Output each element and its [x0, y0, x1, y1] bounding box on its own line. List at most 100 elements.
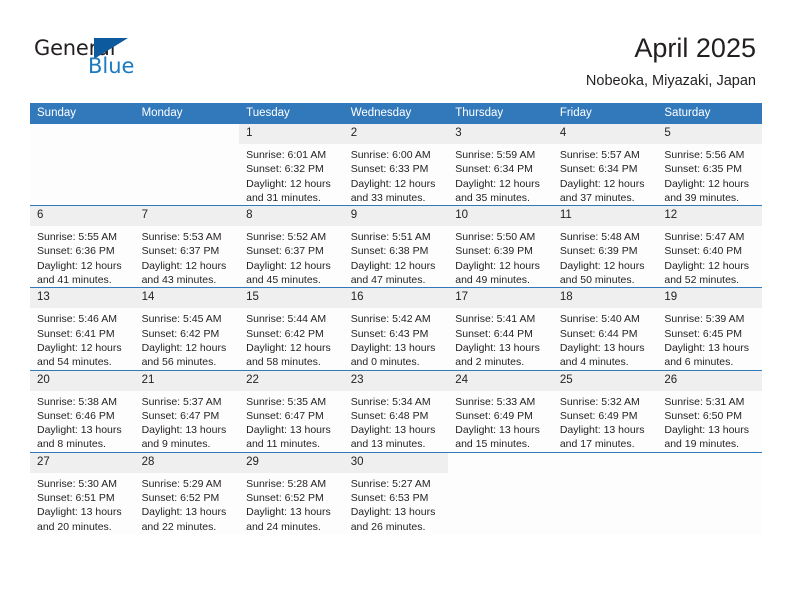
calendar-day-cell[interactable]: 23 Sunrise: 5:34 AM Sunset: 6:48 PM Dayligh… — [343, 369, 449, 453]
calendar-day-cell[interactable]: 27 Sunrise: 5:30 AM Sunset: 6:51 PM Dayligh… — [30, 451, 135, 534]
calendar-day-cell[interactable]: 13 Sunrise: 5:46 AM Sunset: 6:41 PM Dayligh… — [30, 287, 135, 371]
daylight-text: Daylight: 13 hours and 4 minutes. — [559, 341, 645, 369]
sunrise-text: Sunrise: 5:29 AM — [141, 477, 222, 490]
sunrise-text: Sunrise: 5:45 AM — [141, 313, 222, 326]
calendar-day-cell[interactable]: 7 Sunrise: 5:53 AM Sunset: 6:37 PM Daylight… — [134, 205, 240, 288]
sunset-text: Sunset: 6:37 PM — [141, 245, 220, 258]
daylight-text: Daylight: 13 hours and 15 minutes. — [455, 424, 540, 451]
day-number: 10 — [448, 206, 553, 227]
weekday-header-tuesday: Tuesday — [239, 103, 344, 124]
day-number: 15 — [239, 288, 344, 309]
calendar-day-cell[interactable]: 28 Sunrise: 5:29 AM Sunset: 6:52 PM Dayligh… — [134, 451, 240, 534]
weekday-header-saturday: Saturday — [657, 103, 762, 124]
weekday-header-thursday: Thursday — [448, 103, 553, 124]
general-blue-logo[interactable]: General Blue — [34, 36, 234, 86]
sunrise-text: Sunrise: 5:32 AM — [559, 395, 640, 408]
sunrise-text: Sunrise: 5:41 AM — [455, 313, 536, 326]
calendar-cell-empty — [134, 124, 240, 206]
sunset-text: Sunset: 6:44 PM — [455, 327, 533, 340]
day-number: 14 — [134, 288, 240, 309]
calendar-week-row: 20 Sunrise: 5:38 AM Sunset: 6:46 PM Dayligh… — [30, 369, 762, 453]
sunrise-text: Sunrise: 5:35 AM — [246, 395, 327, 408]
calendar-week-row: 13 Sunrise: 5:46 AM Sunset: 6:41 PM Dayligh… — [30, 287, 762, 371]
sunrise-text: Sunrise: 5:42 AM — [350, 313, 431, 326]
sunset-text: Sunset: 6:40 PM — [664, 245, 743, 258]
sunset-text: Sunset: 6:47 PM — [141, 409, 220, 422]
day-number: 9 — [343, 206, 449, 227]
sunrise-text: Sunrise: 5:55 AM — [37, 231, 117, 244]
calendar-day-cell[interactable]: 5 Sunrise: 5:56 AM Sunset: 6:35 PM Daylight… — [657, 124, 762, 206]
day-info: Sunrise: 5:31 AM Sunset: 6:50 PM Daylight:… — [657, 391, 762, 452]
day-info: Sunrise: 5:34 AM Sunset: 6:48 PM Daylight:… — [344, 391, 449, 452]
calendar-day-cell[interactable]: 22 Sunrise: 5:35 AM Sunset: 6:47 PM Dayligh… — [239, 369, 344, 453]
calendar-day-cell[interactable]: 18 Sunrise: 5:40 AM Sunset: 6:44 PM Dayligh… — [552, 287, 658, 371]
sunset-text: Sunset: 6:42 PM — [246, 327, 324, 340]
calendar-day-cell[interactable]: 24 Sunrise: 5:33 AM Sunset: 6:49 PM Dayligh… — [448, 369, 553, 453]
sunset-text: Sunset: 6:46 PM — [37, 409, 115, 422]
calendar-day-cell[interactable]: 9 Sunrise: 5:51 AM Sunset: 6:38 PM Daylight… — [343, 205, 449, 288]
calendar-day-cell[interactable]: 25 Sunrise: 5:32 AM Sunset: 6:49 PM Dayligh… — [552, 369, 658, 453]
sunrise-text: Sunrise: 6:00 AM — [350, 149, 431, 161]
calendar-day-cell[interactable]: 3 Sunrise: 5:59 AM Sunset: 6:34 PM Daylight… — [448, 124, 553, 206]
calendar-cell-empty — [448, 451, 553, 534]
calendar-week-row: 6 Sunrise: 5:55 AM Sunset: 6:36 PM Daylight… — [30, 205, 762, 288]
daylight-text: Daylight: 13 hours and 0 minutes. — [350, 341, 436, 369]
sunrise-text: Sunrise: 5:57 AM — [559, 149, 640, 161]
calendar-day-cell[interactable]: 19 Sunrise: 5:39 AM Sunset: 6:45 PM Dayligh… — [657, 287, 762, 371]
daylight-text: Daylight: 13 hours and 19 minutes. — [664, 424, 750, 451]
sunset-text: Sunset: 6:43 PM — [350, 327, 429, 340]
calendar-day-cell[interactable]: 21 Sunrise: 5:37 AM Sunset: 6:47 PM Dayligh… — [134, 369, 240, 453]
sunset-text: Sunset: 6:35 PM — [664, 163, 743, 176]
calendar-day-cell[interactable]: 16 Sunrise: 5:42 AM Sunset: 6:43 PM Dayligh… — [343, 287, 449, 371]
calendar-day-cell[interactable]: 6 Sunrise: 5:55 AM Sunset: 6:36 PM Daylight… — [30, 205, 135, 288]
weekday-header-sunday: Sunday — [30, 103, 135, 124]
day-number: 23 — [343, 370, 449, 391]
calendar-day-cell[interactable]: 12 Sunrise: 5:47 AM Sunset: 6:40 PM Dayligh… — [657, 205, 762, 288]
calendar-day-cell[interactable]: 8 Sunrise: 5:52 AM Sunset: 6:37 PM Daylight… — [239, 205, 344, 288]
day-info: Sunrise: 5:50 AM Sunset: 6:39 PM Daylight:… — [448, 226, 553, 287]
day-info: Sunrise: 5:41 AM Sunset: 6:44 PM Daylight:… — [448, 308, 553, 369]
calendar-day-cell[interactable]: 15 Sunrise: 5:44 AM Sunset: 6:42 PM Dayligh… — [239, 287, 344, 371]
day-number: 26 — [657, 370, 762, 391]
calendar-day-cell[interactable]: 17 Sunrise: 5:41 AM Sunset: 6:44 PM Dayligh… — [448, 287, 553, 371]
sunset-text: Sunset: 6:45 PM — [664, 327, 743, 340]
logo-word-blue: Blue — [88, 54, 135, 78]
calendar-day-cell[interactable]: 1 Sunrise: 6:01 AM Sunset: 6:32 PM Daylight… — [239, 124, 344, 206]
sunset-text: Sunset: 6:52 PM — [246, 492, 324, 505]
calendar-day-cell[interactable]: 4 Sunrise: 5:57 AM Sunset: 6:34 PM Daylight… — [552, 124, 658, 206]
day-info: Sunrise: 6:00 AM Sunset: 6:33 PM Daylight:… — [344, 144, 449, 205]
calendar-day-cell[interactable]: 20 Sunrise: 5:38 AM Sunset: 6:46 PM Dayligh… — [30, 369, 135, 453]
sunset-text: Sunset: 6:49 PM — [559, 409, 638, 422]
calendar-day-cell[interactable]: 30 Sunrise: 5:27 AM Sunset: 6:53 PM Dayligh… — [343, 451, 449, 534]
calendar-day-cell[interactable]: 10 Sunrise: 5:50 AM Sunset: 6:39 PM Dayligh… — [448, 205, 553, 288]
sunrise-text: Sunrise: 5:44 AM — [246, 313, 327, 326]
day-info: Sunrise: 6:01 AM Sunset: 6:32 PM Daylight:… — [239, 144, 344, 205]
day-info: Sunrise: 5:46 AM Sunset: 6:41 PM Daylight:… — [30, 308, 135, 369]
calendar-day-cell[interactable]: 2 Sunrise: 6:00 AM Sunset: 6:33 PM Daylight… — [343, 124, 449, 206]
daylight-text: Daylight: 12 hours and 37 minutes. — [559, 177, 645, 204]
sunrise-text: Sunrise: 5:52 AM — [246, 231, 327, 244]
daylight-text: Daylight: 13 hours and 6 minutes. — [664, 341, 750, 369]
sunset-text: Sunset: 6:47 PM — [246, 409, 324, 422]
sunrise-text: Sunrise: 5:30 AM — [37, 477, 117, 490]
weekday-header-wednesday: Wednesday — [343, 103, 449, 124]
sunrise-text: Sunrise: 5:40 AM — [559, 313, 640, 326]
sunset-text: Sunset: 6:41 PM — [37, 327, 115, 340]
day-info: Sunrise: 5:39 AM Sunset: 6:45 PM Daylight:… — [657, 308, 762, 369]
calendar-day-cell[interactable]: 26 Sunrise: 5:31 AM Sunset: 6:50 PM Dayligh… — [657, 369, 762, 453]
weekday-header-row: Sunday Monday Tuesday Wednesday Thursday Frid… — [30, 103, 762, 124]
day-info: Sunrise: 5:53 AM Sunset: 6:37 PM Daylight:… — [135, 226, 240, 287]
calendar-day-cell[interactable]: 14 Sunrise: 5:45 AM Sunset: 6:42 PM Dayligh… — [134, 287, 240, 371]
daylight-text: Daylight: 12 hours and 49 minutes. — [455, 259, 540, 287]
calendar-day-cell[interactable]: 29 Sunrise: 5:28 AM Sunset: 6:52 PM Dayligh… — [239, 451, 344, 534]
calendar-cell-empty — [552, 451, 658, 534]
sunset-text: Sunset: 6:51 PM — [37, 492, 115, 505]
day-info: Sunrise: 5:48 AM Sunset: 6:39 PM Daylight:… — [553, 226, 658, 287]
calendar-cell-empty — [30, 124, 135, 206]
day-number: 20 — [30, 370, 135, 391]
sunset-text: Sunset: 6:53 PM — [350, 492, 429, 505]
sunrise-text: Sunrise: 5:59 AM — [455, 149, 536, 161]
day-info: Sunrise: 5:52 AM Sunset: 6:37 PM Daylight:… — [239, 226, 344, 287]
sunrise-text: Sunrise: 6:01 AM — [246, 149, 327, 161]
calendar-day-cell[interactable]: 11 Sunrise: 5:48 AM Sunset: 6:39 PM Dayligh… — [552, 205, 658, 288]
